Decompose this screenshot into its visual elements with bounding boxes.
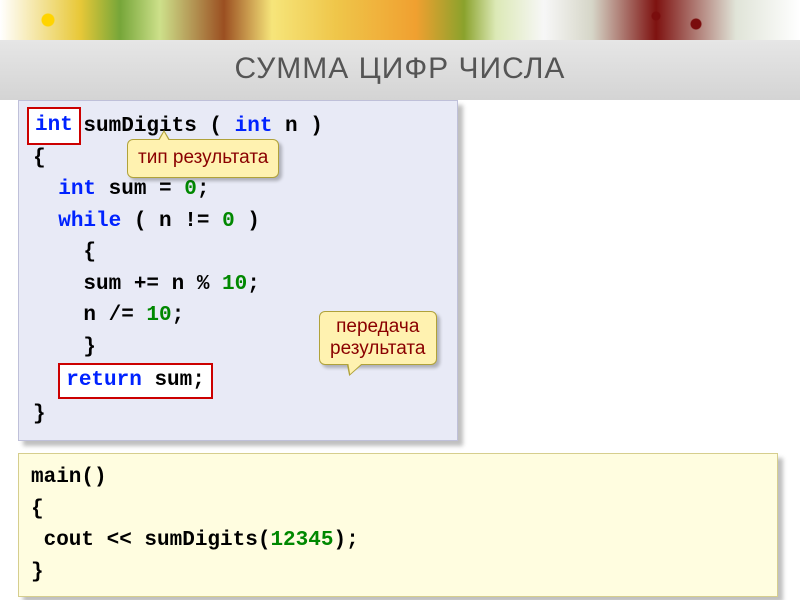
- code-text: sum += n %: [33, 273, 222, 296]
- decorative-seasons-strip: [0, 0, 800, 40]
- keyword: int: [235, 115, 273, 138]
- return-statement-box: return sum;: [58, 363, 213, 399]
- code-text: );: [333, 529, 371, 552]
- code-line: {: [33, 237, 443, 269]
- code-text: ;: [172, 304, 185, 327]
- code-line: return sum;: [33, 363, 443, 399]
- number: 0: [184, 178, 197, 201]
- code-text: n /=: [33, 304, 146, 327]
- number: 0: [222, 210, 235, 233]
- code-line: while ( n != 0 ): [33, 206, 443, 238]
- callout-return-result: передача результата: [319, 311, 437, 365]
- code-text: [33, 369, 58, 392]
- code-text: n ): [272, 115, 322, 138]
- code-line: cout << sumDigits(12345);: [31, 525, 765, 557]
- code-text: cout << sumDigits(: [31, 529, 270, 552]
- page-title: СУММА ЦИФР ЧИСЛА: [0, 40, 800, 100]
- code-text: ;: [247, 273, 260, 296]
- code-block-sumdigits: int sumDigits ( int n ) { int sum = 0; w…: [18, 100, 458, 441]
- number: 10: [222, 273, 247, 296]
- callout-text: передача: [336, 316, 419, 337]
- code-text: ;: [197, 178, 210, 201]
- code-line: sum += n % 10;: [33, 269, 443, 301]
- code-text: ( n !=: [121, 210, 222, 233]
- code-text: sum =: [96, 178, 184, 201]
- number: 12345: [270, 529, 333, 552]
- keyword: return: [66, 369, 142, 392]
- code-line: sumDigits ( int n ): [33, 111, 443, 143]
- code-line: }: [31, 557, 765, 589]
- callout-tail: [158, 130, 170, 140]
- number: 10: [146, 304, 171, 327]
- code-text: sum;: [142, 369, 205, 392]
- callout-result-type: тип результата: [127, 139, 279, 178]
- code-text: [33, 210, 58, 233]
- slide-body: int sumDigits ( int n ) { int sum = 0; w…: [0, 100, 800, 597]
- code-text: ): [235, 210, 273, 233]
- code-line: main(): [31, 462, 765, 494]
- int-return-type-box: int: [27, 107, 81, 145]
- keyword: while: [58, 210, 121, 233]
- code-block-main: main() { cout << sumDigits(12345); }: [18, 453, 778, 597]
- code-line: }: [33, 399, 443, 431]
- code-line: {: [31, 494, 765, 526]
- callout-text: результата: [330, 338, 426, 359]
- code-line: int sum = 0;: [33, 174, 443, 206]
- code-text: [33, 178, 58, 201]
- callout-text: тип результата: [138, 147, 268, 168]
- keyword: int: [58, 178, 96, 201]
